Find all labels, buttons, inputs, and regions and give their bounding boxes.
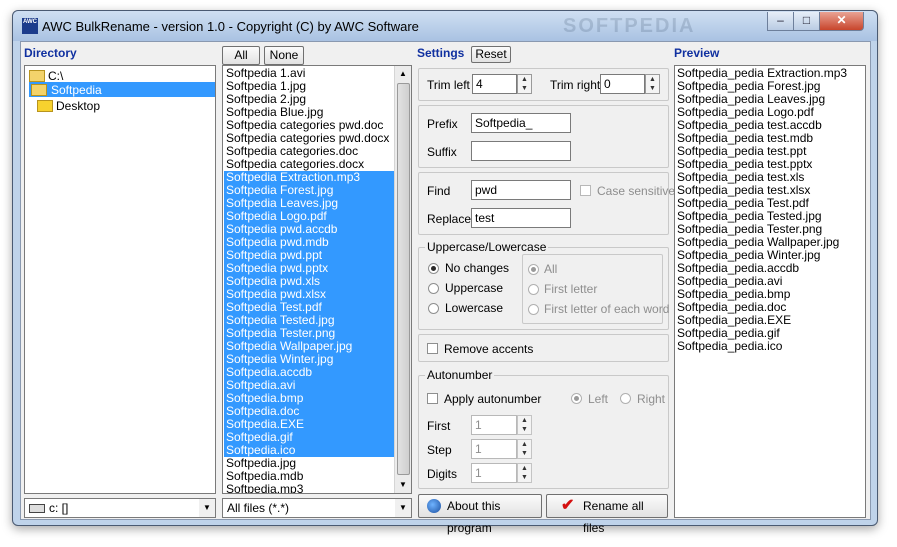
step-input[interactable]: 1 — [471, 439, 517, 459]
uppercase-label: Uppercase — [445, 281, 504, 295]
checkmark-icon: ✔ — [561, 497, 575, 514]
suffix-label: Suffix — [427, 145, 457, 159]
remove-accents-label: Remove accents — [444, 342, 534, 356]
apply-autonumber-checkbox[interactable] — [427, 393, 438, 404]
file-list-scrollbar[interactable]: ▲ ▼ — [394, 66, 411, 493]
step-stepper[interactable]: ▲ ▼ — [517, 439, 532, 459]
accents-group: Remove accents — [418, 334, 669, 362]
minimize-button[interactable]: – — [767, 12, 794, 31]
file-filter-value: All files (*.*) — [227, 501, 290, 515]
trim-right-input[interactable]: 0 — [600, 74, 645, 94]
prefix-label: Prefix — [427, 117, 458, 131]
remove-accents-checkbox[interactable] — [427, 343, 438, 354]
rename-all-button-label: Rename all files — [583, 499, 644, 535]
watermark: SOFTPEDIA — [563, 15, 696, 37]
trim-left-stepper[interactable]: ▲ ▼ — [517, 74, 532, 94]
tree-node-softpedia[interactable]: Softpedia — [29, 82, 215, 97]
no-changes-radio[interactable] — [428, 263, 439, 274]
find-input[interactable]: pwd — [471, 180, 571, 200]
replace-input[interactable]: test — [471, 208, 571, 228]
apply-autonumber-label: Apply autonumber — [444, 392, 542, 406]
first-letter-each-word-label: First letter of each word — [544, 302, 670, 316]
file-list[interactable]: Softpedia 1.avi Softpedia 1.jpg Softpedia … — [222, 65, 412, 494]
about-button-label: About this program — [447, 499, 501, 535]
all-radio[interactable] — [528, 264, 539, 275]
select-all-button[interactable]: All — [222, 46, 260, 65]
title-bar[interactable]: AWC AWC BulkRename - version 1.0 - Copyr… — [13, 11, 877, 41]
align-left-label: Left — [588, 392, 609, 406]
trim-right-label: Trim right — [550, 78, 601, 92]
capitalization-subgroup: All First letter First letter of each wo… — [522, 254, 669, 324]
first-label: First — [427, 419, 451, 433]
replace-label: Replace — [427, 212, 472, 226]
tree-node-label: C:\ — [48, 69, 64, 83]
preview-list[interactable]: Softpedia_pedia Extraction.mp3 Softpedia_… — [674, 65, 866, 518]
trim-right-stepper[interactable]: ▲ ▼ — [645, 74, 660, 94]
about-button[interactable]: About this program — [418, 494, 542, 535]
chevron-down-icon[interactable]: ▼ — [395, 499, 411, 517]
all-label: All — [544, 262, 558, 276]
case-sensitive-checkbox[interactable] — [580, 185, 591, 196]
rename-all-button[interactable]: ✔ Rename all files — [546, 494, 668, 535]
trim-left-input[interactable]: 4 — [472, 74, 517, 94]
autonumber-group-label: Autonumber — [425, 368, 495, 382]
reset-button[interactable]: Reset — [471, 46, 511, 63]
app-window: AWC AWC BulkRename - version 1.0 - Copyr… — [12, 10, 878, 535]
first-input[interactable]: 1 — [471, 415, 517, 435]
uppercase-radio[interactable] — [428, 283, 439, 294]
trim-group: Trim left 4 ▲ ▼ Trim right 0 ▲ ▼ — [418, 68, 669, 101]
window-title: AWC BulkRename - version 1.0 - Copyright… — [42, 19, 419, 34]
file-list-item[interactable]: Softpedia.mp3 — [224, 483, 396, 494]
align-right-label: Right — [637, 392, 666, 406]
first-letter-each-word-radio[interactable] — [528, 304, 539, 315]
first-letter-radio[interactable] — [528, 284, 539, 295]
maximize-button[interactable]: □ — [793, 12, 820, 31]
first-letter-label: First letter — [544, 282, 598, 296]
directory-header: Directory — [24, 46, 77, 60]
drive-value: c: [] — [49, 501, 69, 515]
directory-tree[interactable]: C:\ Softpedia Desktop — [24, 65, 216, 494]
find-replace-group: Find pwd Case sensitive Replace test — [418, 172, 675, 235]
close-button[interactable]: ✕ — [819, 12, 864, 31]
tree-node-label: Desktop — [56, 99, 101, 113]
drive-icon — [29, 504, 45, 513]
case-group-label: Uppercase/Lowercase — [425, 240, 549, 254]
step-label: Step — [427, 443, 452, 457]
select-none-button[interactable]: None — [264, 46, 304, 65]
app-icon[interactable]: AWC — [22, 18, 38, 34]
folder-open-icon — [29, 70, 45, 82]
first-stepper[interactable]: ▲ ▼ — [517, 415, 532, 435]
chevron-down-icon[interactable]: ▼ — [199, 499, 215, 517]
digits-label: Digits — [427, 467, 458, 481]
globe-icon — [427, 499, 441, 513]
preview-list-item: Softpedia_pedia.ico — [677, 339, 783, 353]
file-filter-select[interactable]: All files (*.*) ▼ — [222, 498, 412, 518]
scroll-up-icon[interactable]: ▲ — [395, 66, 411, 82]
scrollbar-thumb[interactable] — [397, 83, 410, 475]
trim-left-label: Trim left — [427, 78, 470, 92]
align-left-radio[interactable] — [571, 393, 582, 404]
autonumber-group: Autonumber Apply autonumber Left Right F… — [418, 368, 669, 489]
client-area: Directory C:\ Softpedia Desktop c: [] ▼ … — [20, 41, 871, 535]
digits-stepper[interactable]: ▲ ▼ — [517, 463, 532, 483]
case-sensitive-label: Case sensitive — [597, 184, 676, 198]
prefix-suffix-group: Prefix Softpedia_ Suffix — [418, 105, 669, 168]
case-group: Uppercase/Lowercase No changes Uppercase… — [418, 240, 669, 330]
digits-input[interactable]: 1 — [471, 463, 517, 483]
no-changes-label: No changes — [445, 261, 510, 275]
lowercase-radio[interactable] — [428, 303, 439, 314]
align-right-radio[interactable] — [620, 393, 631, 404]
scroll-down-icon[interactable]: ▼ — [395, 477, 411, 493]
folder-icon — [37, 100, 53, 112]
lowercase-label: Lowercase — [445, 301, 504, 315]
find-label: Find — [427, 184, 451, 198]
settings-header: Settings — [417, 46, 465, 60]
prefix-input[interactable]: Softpedia_ — [471, 113, 571, 133]
tree-node-label: Softpedia — [51, 83, 102, 97]
folder-open-icon — [31, 84, 47, 96]
preview-header: Preview — [674, 46, 720, 60]
drive-select[interactable]: c: [] ▼ — [24, 498, 216, 518]
suffix-input[interactable] — [471, 141, 571, 161]
app-icon-label: AWC — [23, 19, 37, 25]
